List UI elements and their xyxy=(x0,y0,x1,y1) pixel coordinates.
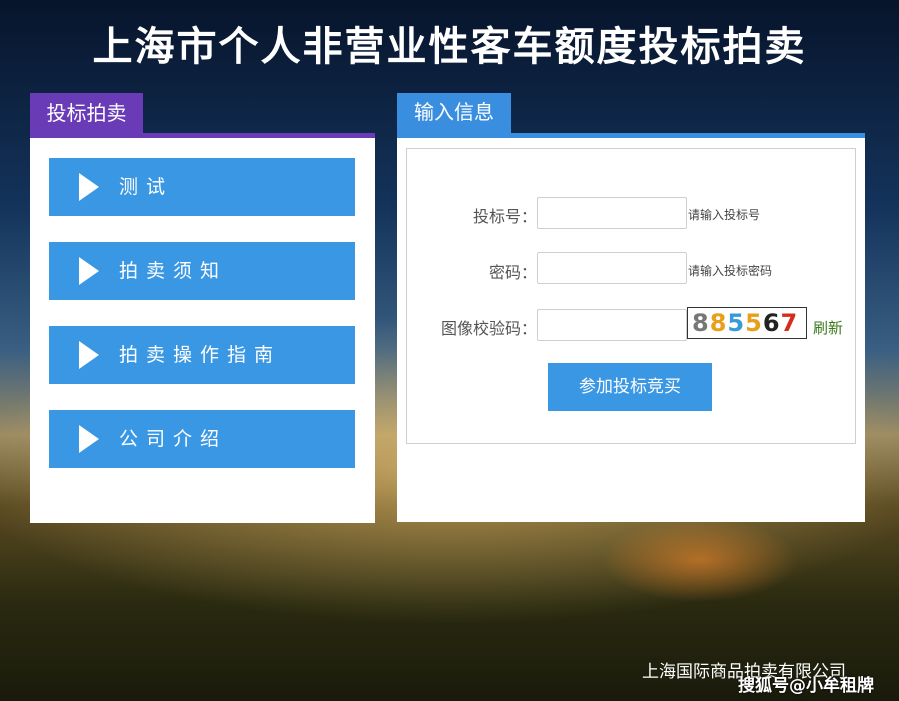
captcha-char: 8 xyxy=(692,309,710,337)
menu-button-label: 拍卖操作指南 xyxy=(119,344,282,366)
captcha-char: 5 xyxy=(727,309,746,337)
captcha-char: 7 xyxy=(780,309,799,337)
bid-number-input[interactable] xyxy=(537,197,687,229)
play-icon xyxy=(79,257,99,285)
menu-button-label: 公司介绍 xyxy=(119,428,228,450)
tab-input-info[interactable]: 输入信息 xyxy=(397,93,511,135)
captcha-char: 5 xyxy=(745,309,763,337)
captcha-char: 8 xyxy=(709,309,728,337)
bid-number-label: 投标号： xyxy=(472,207,537,226)
watermark: 搜狐号@小牟租牌 xyxy=(738,676,874,696)
play-icon xyxy=(79,173,99,201)
menu-button-company-intro[interactable]: 公司介绍 xyxy=(49,410,355,468)
left-menu-panel: 测试 拍卖须知 拍卖操作指南 公司介绍 xyxy=(30,138,375,523)
login-form-panel: 投标号： 请输入投标号 密码： 请输入投标密码 图像校验码： 885567 刷新… xyxy=(397,138,865,522)
tab-bid-auction[interactable]: 投标拍卖 xyxy=(30,93,143,135)
bid-number-hint: 请输入投标号 xyxy=(688,208,761,222)
captcha-char: 6 xyxy=(762,309,781,337)
play-icon xyxy=(79,425,99,453)
password-hint: 请输入投标密码 xyxy=(688,264,773,278)
captcha-label: 图像校验码： xyxy=(440,319,537,338)
menu-button-auction-notice[interactable]: 拍卖须知 xyxy=(49,242,355,300)
menu-button-operation-guide[interactable]: 拍卖操作指南 xyxy=(49,326,355,384)
submit-bid-button[interactable]: 参加投标竞买 xyxy=(548,363,712,411)
menu-button-test[interactable]: 测试 xyxy=(49,158,355,216)
refresh-captcha-link[interactable]: 刷新 xyxy=(813,317,843,338)
password-label: 密码： xyxy=(488,263,537,282)
page-title: 上海市个人非营业性客车额度投标拍卖 xyxy=(92,24,807,70)
login-form: 投标号： 请输入投标号 密码： 请输入投标密码 图像校验码： 885567 刷新… xyxy=(406,148,856,444)
menu-button-label: 拍卖须知 xyxy=(119,260,228,282)
password-input[interactable] xyxy=(537,252,687,284)
captcha-input[interactable] xyxy=(537,309,687,341)
play-icon xyxy=(79,341,99,369)
captcha-image[interactable]: 885567 xyxy=(687,307,807,339)
menu-button-label: 测试 xyxy=(119,176,174,198)
